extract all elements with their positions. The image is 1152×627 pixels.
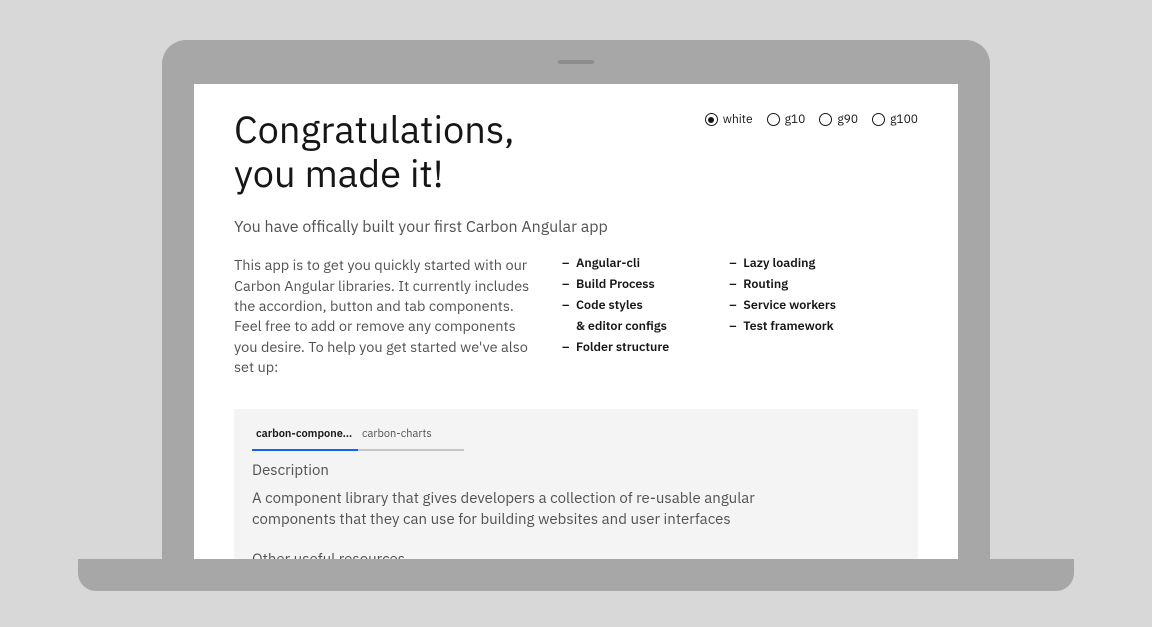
laptop-frame: Congratulations, you made it! white g10 … (162, 40, 990, 564)
tab-panel: carbon-compone… carbon-charts Descriptio… (234, 409, 918, 564)
panel-section-label: Description (252, 461, 900, 480)
theme-radio-g90[interactable]: g90 (819, 112, 858, 127)
theme-radio-g100[interactable]: g100 (872, 112, 918, 127)
laptop-camera (558, 60, 594, 64)
theme-switcher: white g10 g90 g100 (705, 108, 918, 127)
intro-paragraph: This app is to get you quickly started w… (234, 255, 534, 377)
tab-carbon-components[interactable]: carbon-compone… (252, 421, 358, 451)
feature-item: Build Process (562, 276, 669, 293)
feature-item: Test framework (729, 318, 836, 335)
radio-icon (705, 113, 718, 126)
tabs: carbon-compone… carbon-charts (252, 421, 900, 451)
page-title-line1: Congratulations, (234, 108, 705, 152)
radio-label: g100 (890, 112, 918, 127)
features-list: Angular-cli Build Process Code styles & … (562, 255, 918, 377)
page-title: Congratulations, you made it! (234, 108, 705, 195)
radio-icon (767, 113, 780, 126)
laptop-base (78, 559, 1074, 591)
feature-item: Angular-cli (562, 255, 669, 272)
feature-item: Lazy loading (729, 255, 836, 272)
feature-item: Service workers (729, 297, 836, 314)
radio-label: g90 (837, 112, 858, 127)
radio-label: g10 (785, 112, 806, 127)
features-column-2: Lazy loading Routing Service workers Tes… (729, 255, 836, 377)
app-screen: Congratulations, you made it! white g10 … (194, 84, 958, 564)
feature-item: Routing (729, 276, 836, 293)
page-title-line2: you made it! (234, 152, 705, 196)
tab-carbon-charts[interactable]: carbon-charts (358, 421, 464, 451)
feature-item: Folder structure (562, 339, 669, 356)
feature-item-sub: & editor configs (562, 318, 669, 335)
theme-radio-g10[interactable]: g10 (767, 112, 806, 127)
theme-radio-white[interactable]: white (705, 112, 753, 127)
feature-item: Code styles (562, 297, 669, 314)
radio-icon (872, 113, 885, 126)
page-subhead: You have offically built your first Carb… (234, 217, 918, 237)
radio-icon (819, 113, 832, 126)
radio-label: white (723, 112, 753, 127)
features-column-1: Angular-cli Build Process Code styles & … (562, 255, 669, 377)
panel-description: A component library that gives developer… (252, 488, 812, 530)
